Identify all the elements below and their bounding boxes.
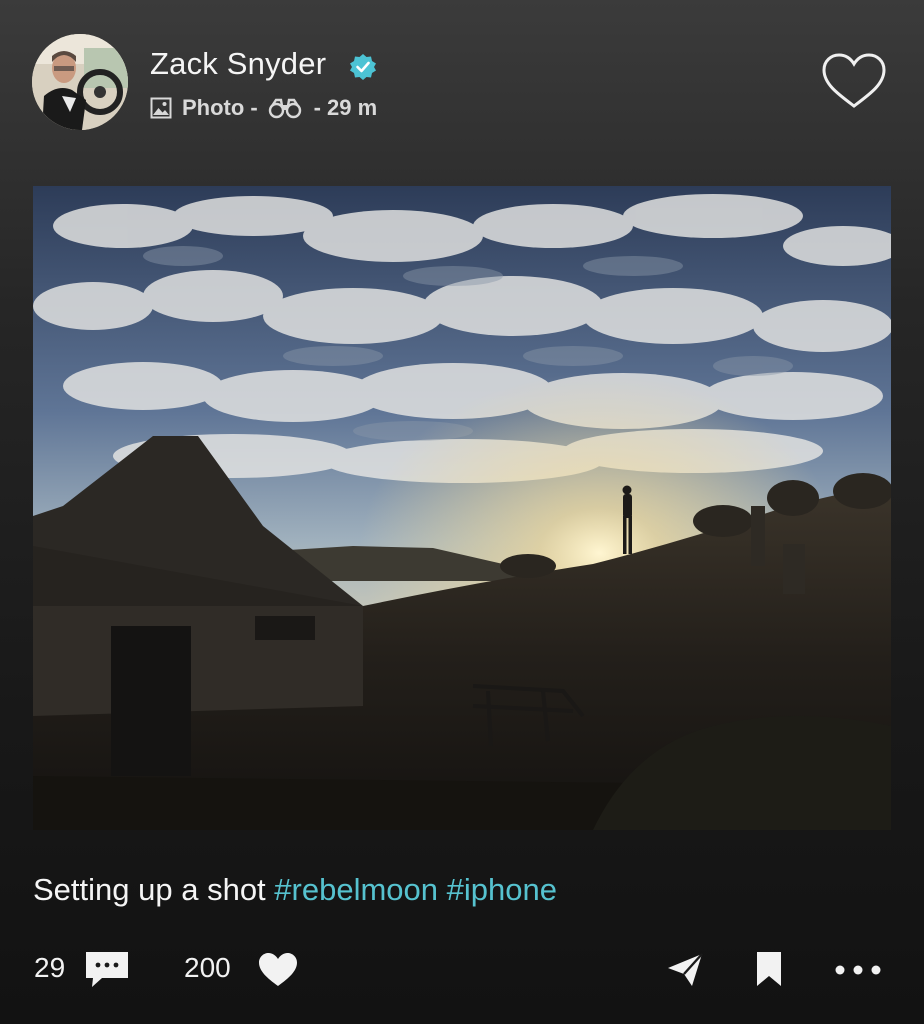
speech-bubble-icon[interactable] bbox=[84, 950, 130, 988]
heart-filled-icon[interactable] bbox=[258, 952, 298, 988]
author-name[interactable]: Zack Snyder bbox=[150, 46, 326, 82]
binoculars-icon bbox=[268, 98, 301, 119]
paper-plane-icon[interactable] bbox=[666, 952, 704, 988]
hashtag-link[interactable]: #rebelmoon bbox=[274, 872, 438, 907]
like-count[interactable]: 200 bbox=[184, 952, 231, 984]
more-dots-icon[interactable] bbox=[834, 964, 882, 976]
post-caption: Setting up a shot #rebelmoon #iphone bbox=[33, 872, 557, 908]
post-header: Zack Snyder Photo - - 29 m bbox=[0, 0, 924, 170]
avatar[interactable] bbox=[32, 34, 128, 130]
meta-separator: - bbox=[313, 95, 321, 120]
post-meta: Photo - - 29 m bbox=[150, 92, 377, 124]
post-type-label: Photo bbox=[182, 95, 245, 120]
comment-count[interactable]: 29 bbox=[34, 952, 65, 984]
caption-text: Setting up a shot bbox=[33, 872, 266, 907]
image-icon bbox=[150, 97, 172, 119]
heart-outline-icon[interactable] bbox=[820, 52, 888, 112]
hashtag-link[interactable]: #iphone bbox=[447, 872, 557, 907]
post-photo[interactable] bbox=[33, 186, 891, 830]
verified-badge-icon bbox=[350, 54, 376, 80]
meta-separator: - bbox=[250, 95, 258, 120]
time-ago: 29 m bbox=[326, 95, 378, 120]
post-actions: 29 200 bbox=[0, 940, 924, 1000]
bookmark-icon[interactable] bbox=[755, 950, 783, 988]
